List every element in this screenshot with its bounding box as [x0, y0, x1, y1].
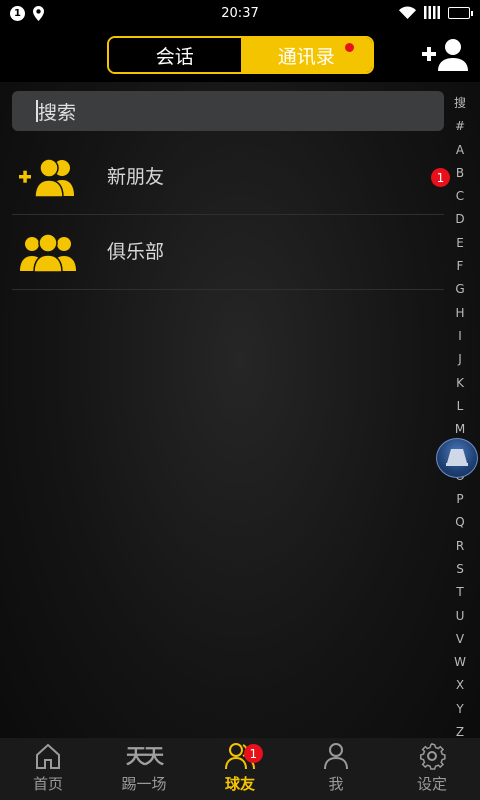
status-right — [399, 6, 473, 19]
nav-friends-label: 球友 — [224, 775, 255, 793]
wifi-icon — [399, 6, 416, 19]
index-letter[interactable]: G — [448, 278, 472, 301]
index-letter[interactable]: B — [448, 162, 472, 185]
index-letter[interactable]: A — [448, 139, 472, 162]
list-item-new-friends[interactable]: 新朋友 1 — [12, 140, 450, 215]
index-letter[interactable]: Y — [448, 698, 472, 721]
index-letter[interactable]: I — [448, 325, 472, 348]
alphabet-index-bar[interactable]: 搜#ABCDEFGHIJKLMNOPQRSTUVWXYZ — [448, 92, 472, 744]
index-letter[interactable]: 搜 — [448, 92, 472, 115]
header: 会话 通讯录 — [0, 28, 480, 82]
nav-friends-badge: 1 — [243, 744, 263, 763]
index-letter[interactable]: R — [448, 535, 472, 558]
index-letter[interactable]: U — [448, 605, 472, 628]
index-letter[interactable]: P — [448, 488, 472, 511]
tiantian-logo: 天天 — [126, 744, 164, 768]
tab-conversations-label: 会话 — [155, 45, 194, 68]
nav-home-label: 首页 — [32, 775, 63, 793]
nav-settings[interactable]: 设定 — [384, 738, 480, 800]
index-letter[interactable]: K — [448, 372, 472, 395]
tab-conversations[interactable]: 会话 — [109, 38, 241, 72]
index-letter[interactable]: W — [448, 651, 472, 674]
battery-icon — [448, 6, 473, 19]
list-item-label: 俱乐部 — [107, 241, 165, 263]
nav-home[interactable]: 首页 — [0, 738, 96, 800]
list-item-club[interactable]: 俱乐部 — [12, 215, 444, 290]
index-letter[interactable]: L — [448, 395, 472, 418]
nav-me[interactable]: 我 — [288, 738, 384, 800]
gear-icon — [419, 743, 446, 770]
person-icon — [324, 743, 348, 770]
text-cursor — [36, 100, 38, 122]
new-indicator-dot — [345, 43, 354, 52]
bell-icon — [446, 449, 468, 466]
nav-me-label: 我 — [328, 775, 344, 793]
floating-assist-button[interactable] — [436, 438, 478, 478]
add-user-icon[interactable] — [422, 38, 468, 72]
tab-contacts[interactable]: 通讯录 — [240, 38, 372, 72]
nav-play-label: 踢一场 — [121, 775, 167, 793]
search-input[interactable]: 搜索 — [12, 91, 444, 131]
segment-control: 会话 通讯录 — [107, 36, 374, 74]
group-icon — [20, 233, 76, 273]
index-letter[interactable]: S — [448, 558, 472, 581]
index-letter[interactable]: T — [448, 581, 472, 604]
tab-contacts-label: 通讯录 — [277, 45, 335, 68]
search-placeholder: 搜索 — [38, 101, 77, 124]
index-letter[interactable]: # — [448, 115, 472, 138]
add-friends-icon — [19, 158, 74, 198]
index-letter[interactable]: J — [448, 348, 472, 371]
nav-play[interactable]: 天天 踢一场 — [96, 738, 192, 800]
index-letter[interactable]: V — [448, 628, 472, 651]
nav-settings-label: 设定 — [416, 775, 447, 793]
signal-icon — [424, 6, 440, 19]
index-letter[interactable]: D — [448, 208, 472, 231]
list-item-label: 新朋友 — [107, 166, 165, 188]
status-bar: 1 20:37 — [0, 0, 480, 28]
index-letter[interactable]: F — [448, 255, 472, 278]
index-letter[interactable]: E — [448, 232, 472, 255]
index-letter[interactable]: C — [448, 185, 472, 208]
bottom-nav: 首页 天天 踢一场 球友 1 我 设定 — [0, 738, 480, 800]
index-letter[interactable]: Q — [448, 511, 472, 534]
index-letter[interactable]: H — [448, 302, 472, 325]
home-icon — [36, 743, 60, 769]
nav-friends[interactable]: 球友 1 — [192, 738, 288, 800]
index-letter[interactable]: X — [448, 674, 472, 697]
